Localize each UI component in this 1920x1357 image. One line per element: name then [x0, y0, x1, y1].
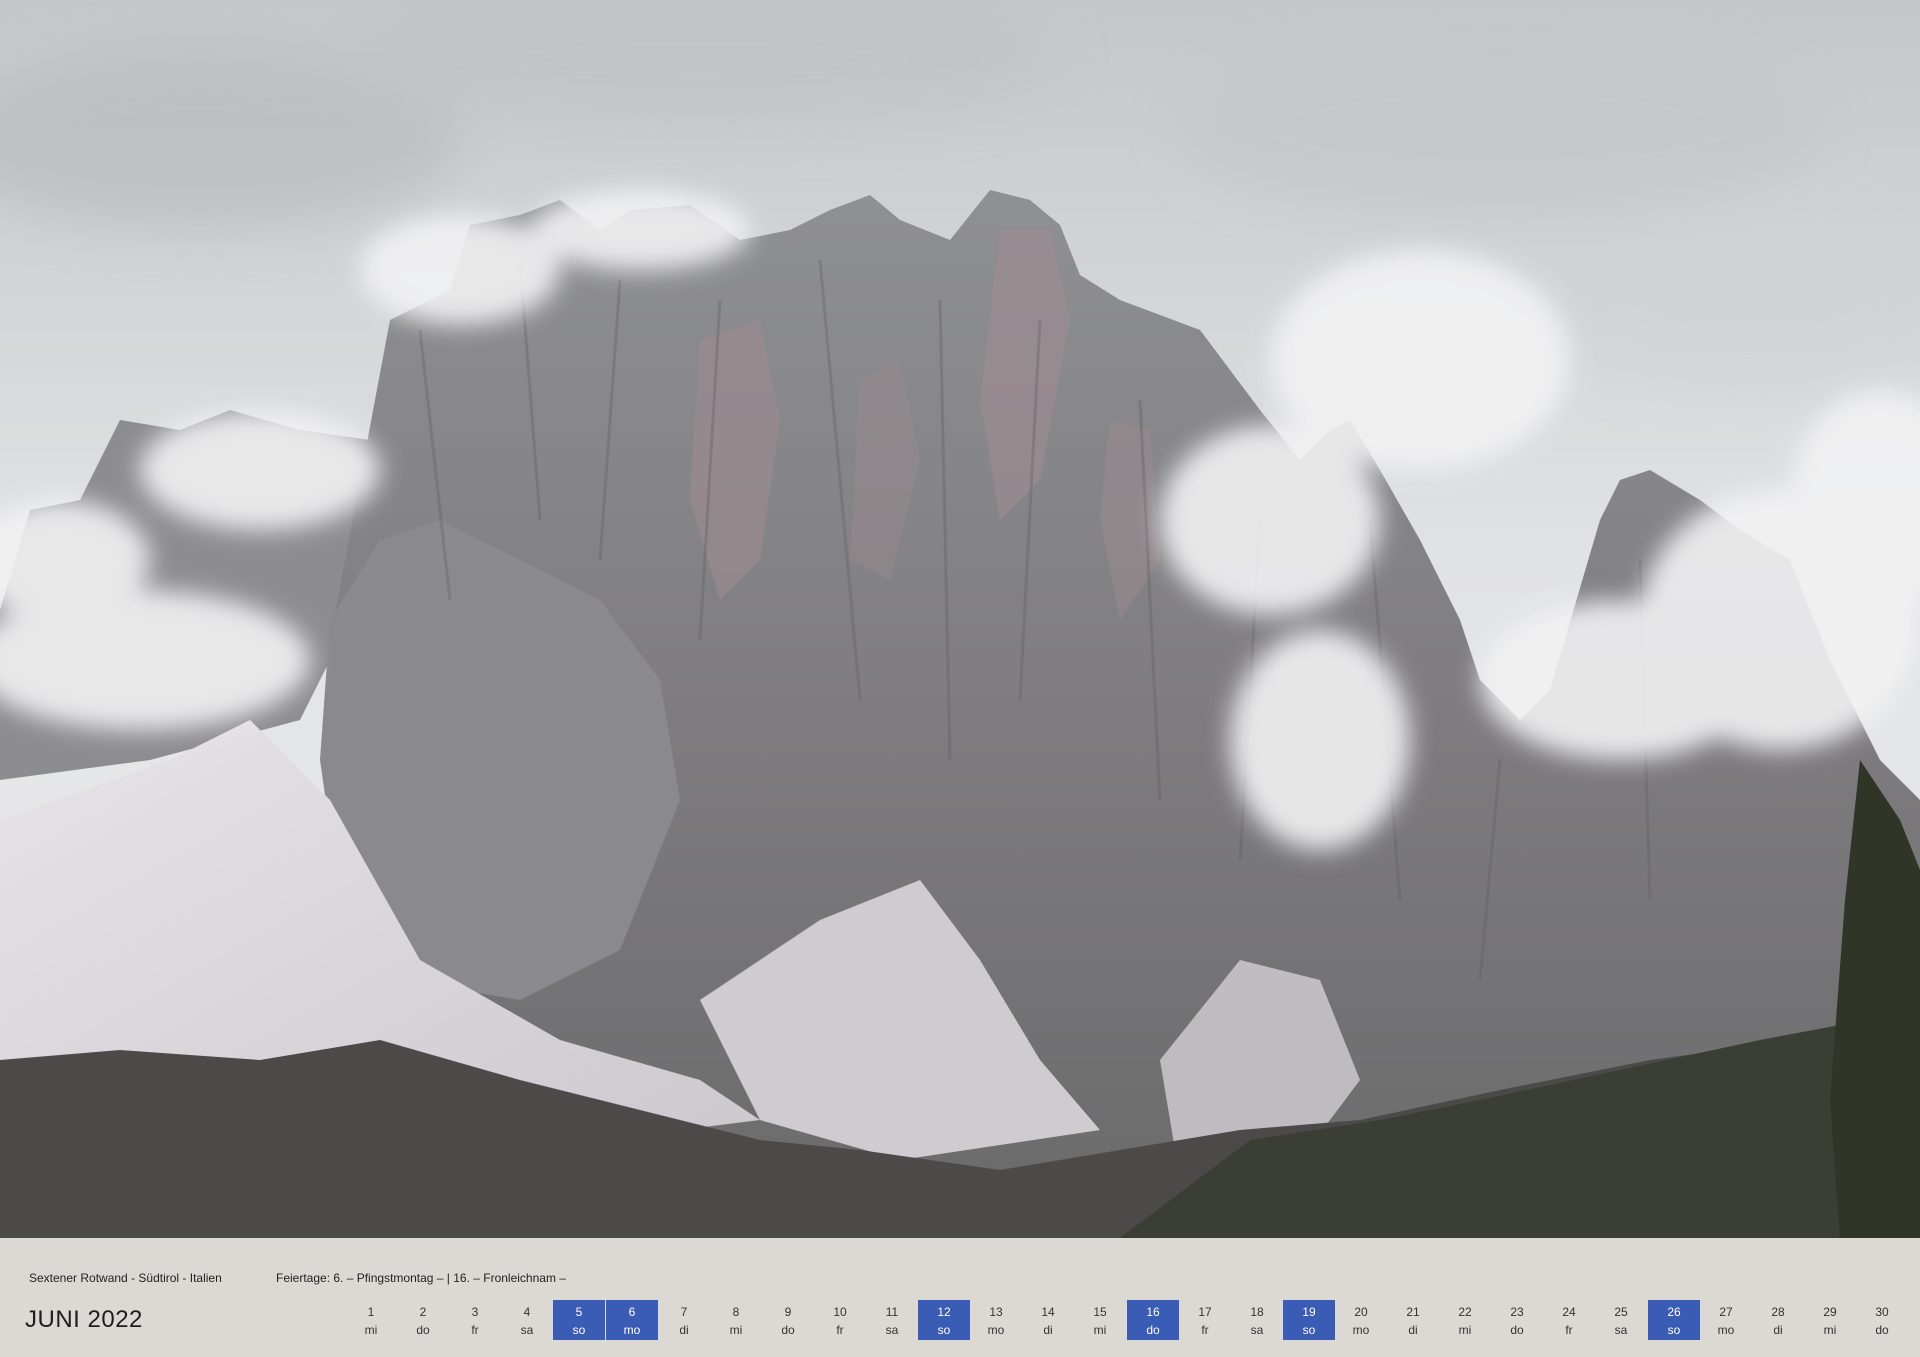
- day-weekday: mo: [987, 1323, 1005, 1337]
- day-weekday: di: [679, 1323, 689, 1337]
- mountain-photo: [0, 0, 1920, 1238]
- day-weekday: so: [1667, 1323, 1681, 1337]
- calendar-day-23: 23 do: [1491, 1300, 1543, 1340]
- calendar-day-12: 12 so: [918, 1300, 970, 1340]
- calendar-day-30: 30 do: [1856, 1300, 1908, 1340]
- calendar-day-8: 8 mi: [710, 1300, 762, 1340]
- calendar-day-5: 5 so: [553, 1300, 605, 1340]
- day-weekday: di: [1773, 1323, 1783, 1337]
- day-weekday: sa: [885, 1323, 899, 1337]
- day-weekday: fr: [1565, 1323, 1573, 1337]
- day-number: 9: [784, 1305, 792, 1319]
- day-weekday: fr: [836, 1323, 844, 1337]
- day-number: 8: [732, 1305, 740, 1319]
- calendar-day-21: 21 di: [1387, 1300, 1439, 1340]
- day-weekday: do: [1875, 1323, 1889, 1337]
- day-weekday: mi: [1093, 1323, 1107, 1337]
- day-weekday: mo: [1352, 1323, 1370, 1337]
- day-weekday: fr: [1201, 1323, 1209, 1337]
- day-number: 13: [989, 1305, 1003, 1319]
- day-number: 18: [1250, 1305, 1264, 1319]
- calendar-day-4: 4 sa: [501, 1300, 553, 1340]
- calendar-day-10: 10 fr: [814, 1300, 866, 1340]
- day-number: 19: [1302, 1305, 1316, 1319]
- calendar-day-16: 16 do: [1127, 1300, 1179, 1340]
- day-weekday: so: [937, 1323, 951, 1337]
- calendar-day-19: 19 so: [1283, 1300, 1335, 1340]
- day-number: 21: [1406, 1305, 1420, 1319]
- day-number: 23: [1510, 1305, 1524, 1319]
- day-number: 30: [1875, 1305, 1889, 1319]
- day-weekday: do: [781, 1323, 795, 1337]
- calendar-day-15: 15 mi: [1074, 1300, 1126, 1340]
- calendar-day-11: 11 sa: [866, 1300, 918, 1340]
- day-weekday: so: [572, 1323, 586, 1337]
- day-weekday: mi: [1823, 1323, 1837, 1337]
- calendar-day-20: 20 mo: [1335, 1300, 1387, 1340]
- day-number: 2: [419, 1305, 427, 1319]
- day-weekday: do: [1146, 1323, 1160, 1337]
- day-weekday: sa: [1250, 1323, 1264, 1337]
- day-number: 25: [1614, 1305, 1628, 1319]
- day-weekday: fr: [471, 1323, 479, 1337]
- day-number: 15: [1093, 1305, 1107, 1319]
- calendar-day-28: 28 di: [1752, 1300, 1804, 1340]
- day-number: 12: [937, 1305, 951, 1319]
- day-weekday: mi: [729, 1323, 743, 1337]
- day-number: 24: [1562, 1305, 1576, 1319]
- day-number: 14: [1041, 1305, 1055, 1319]
- day-number: 3: [471, 1305, 479, 1319]
- calendar-day-22: 22 mi: [1439, 1300, 1491, 1340]
- day-weekday: do: [1510, 1323, 1524, 1337]
- day-number: 27: [1719, 1305, 1733, 1319]
- day-number: 29: [1823, 1305, 1837, 1319]
- calendar-day-2: 2 do: [397, 1300, 449, 1340]
- day-number: 22: [1458, 1305, 1472, 1319]
- day-weekday: di: [1043, 1323, 1053, 1337]
- day-weekday: mo: [623, 1323, 641, 1337]
- day-number: 10: [833, 1305, 847, 1319]
- day-number: 11: [885, 1305, 899, 1319]
- calendar-day-3: 3 fr: [449, 1300, 501, 1340]
- day-number: 17: [1198, 1305, 1212, 1319]
- calendar-strip: Sextener Rotwand - Südtirol - Italien Fe…: [0, 1238, 1920, 1357]
- day-weekday: mi: [364, 1323, 378, 1337]
- calendar-day-14: 14 di: [1022, 1300, 1074, 1340]
- day-number: 6: [628, 1305, 636, 1319]
- calendar-day-24: 24 fr: [1543, 1300, 1595, 1340]
- day-weekday: mo: [1717, 1323, 1735, 1337]
- calendar-day-18: 18 sa: [1231, 1300, 1283, 1340]
- day-weekday: so: [1302, 1323, 1316, 1337]
- calendar-day-1: 1 mi: [345, 1300, 397, 1340]
- day-number: 16: [1146, 1305, 1160, 1319]
- calendar-day-7: 7 di: [658, 1300, 710, 1340]
- day-weekday: di: [1408, 1323, 1418, 1337]
- calendar-day-9: 9 do: [762, 1300, 814, 1340]
- day-weekday: sa: [520, 1323, 534, 1337]
- calendar-day-13: 13 mo: [970, 1300, 1022, 1340]
- calendar-day-25: 25 sa: [1595, 1300, 1647, 1340]
- calendar-day-26: 26 so: [1648, 1300, 1700, 1340]
- day-weekday: mi: [1458, 1323, 1472, 1337]
- calendar-day-6: 6 mo: [606, 1300, 658, 1340]
- day-number: 5: [575, 1305, 583, 1319]
- day-number: 1: [367, 1305, 375, 1319]
- day-number: 7: [680, 1305, 688, 1319]
- day-weekday: sa: [1614, 1323, 1628, 1337]
- calendar-day-17: 17 fr: [1179, 1300, 1231, 1340]
- days-row: 1 mi 2 do 3 fr 4 sa 5 so 6 mo 7 di 8 mi 9 do 10 fr 11 sa 12 so 1…: [0, 1238, 1920, 1357]
- day-number: 20: [1354, 1305, 1368, 1319]
- day-number: 28: [1771, 1305, 1785, 1319]
- day-weekday: do: [416, 1323, 430, 1337]
- day-number: 4: [523, 1305, 531, 1319]
- calendar-day-27: 27 mo: [1700, 1300, 1752, 1340]
- day-number: 26: [1667, 1305, 1681, 1319]
- calendar-day-29: 29 mi: [1804, 1300, 1856, 1340]
